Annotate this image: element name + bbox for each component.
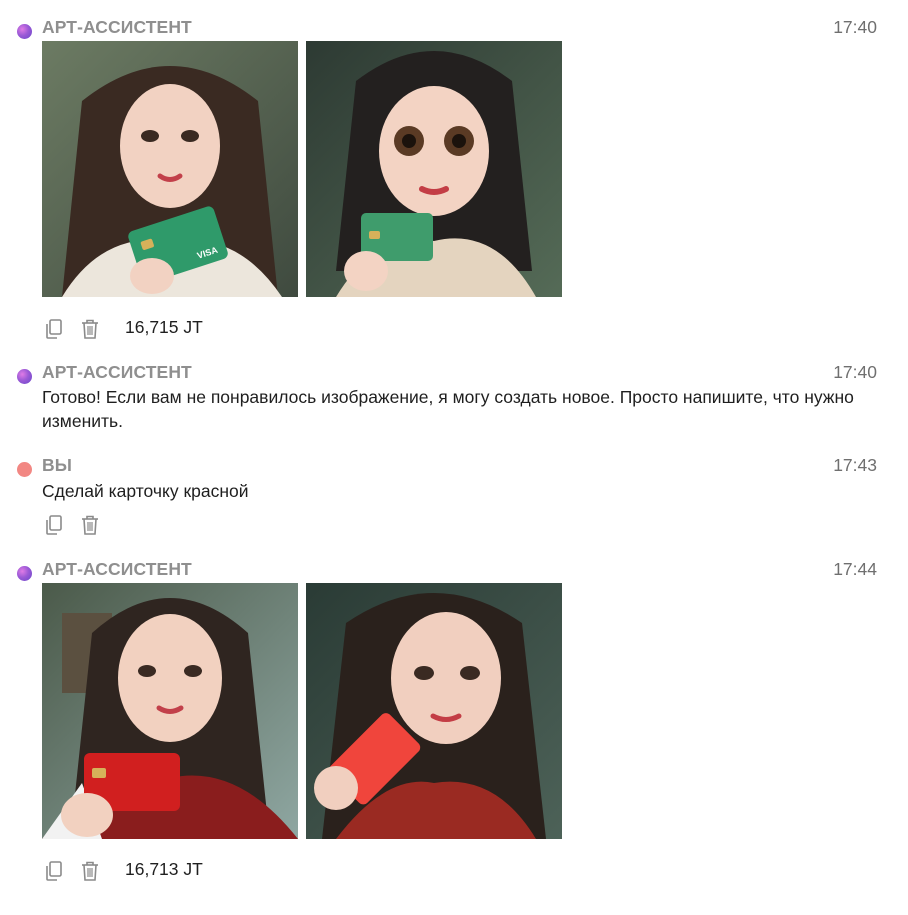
generated-image-1[interactable]: VISA (42, 41, 298, 297)
message-header: АРТ-АССИСТЕНТ 17:44 (0, 559, 908, 581)
message-assistant-images-2: АРТ-АССИСТЕНТ 17:44 16,713 JT (0, 559, 908, 881)
timestamp: 17:40 (833, 17, 877, 37)
message-user: ВЫ 17:43 Сделай карточку красной (0, 455, 908, 535)
author-label: АРТ-АССИСТЕНТ (42, 17, 192, 37)
trash-icon[interactable] (79, 513, 101, 537)
timestamp: 17:43 (833, 455, 877, 475)
message-header: ВЫ 17:43 (0, 455, 908, 477)
assistant-avatar-dot (17, 566, 32, 581)
message-assistant-text: АРТ-АССИСТЕНТ 17:40 Готово! Если вам не … (0, 362, 908, 431)
message-text: Сделай карточку красной (42, 481, 249, 501)
author-label: АРТ-АССИСТЕНТ (42, 559, 192, 579)
generated-image-3[interactable] (42, 583, 298, 839)
trash-icon[interactable] (79, 859, 101, 883)
copy-icon[interactable] (44, 317, 66, 341)
copy-icon[interactable] (44, 859, 66, 883)
message-text: Готово! Если вам не понравилось изображе… (42, 387, 854, 431)
chat-feed: АРТ-АССИСТЕНТ 17:40 VISA 16,715 JT АРТ-А… (0, 0, 908, 915)
copy-icon[interactable] (44, 513, 66, 537)
timestamp: 17:44 (833, 559, 877, 579)
trash-icon[interactable] (79, 317, 101, 341)
timestamp: 17:40 (833, 362, 877, 382)
message-header: АРТ-АССИСТЕНТ 17:40 (0, 362, 908, 384)
author-label: АРТ-АССИСТЕНТ (42, 362, 192, 382)
user-avatar-dot (17, 462, 32, 477)
token-count: 16,715 JT (125, 317, 203, 337)
token-count: 16,713 JT (125, 859, 203, 879)
author-label: ВЫ (42, 455, 72, 475)
assistant-avatar-dot (17, 24, 32, 39)
generated-image-4[interactable] (306, 583, 562, 839)
generated-image-2[interactable] (306, 41, 562, 297)
assistant-avatar-dot (17, 369, 32, 384)
message-assistant-images-1: АРТ-АССИСТЕНТ 17:40 VISA 16,715 JT (0, 17, 908, 339)
message-header: АРТ-АССИСТЕНТ 17:40 (0, 17, 908, 39)
